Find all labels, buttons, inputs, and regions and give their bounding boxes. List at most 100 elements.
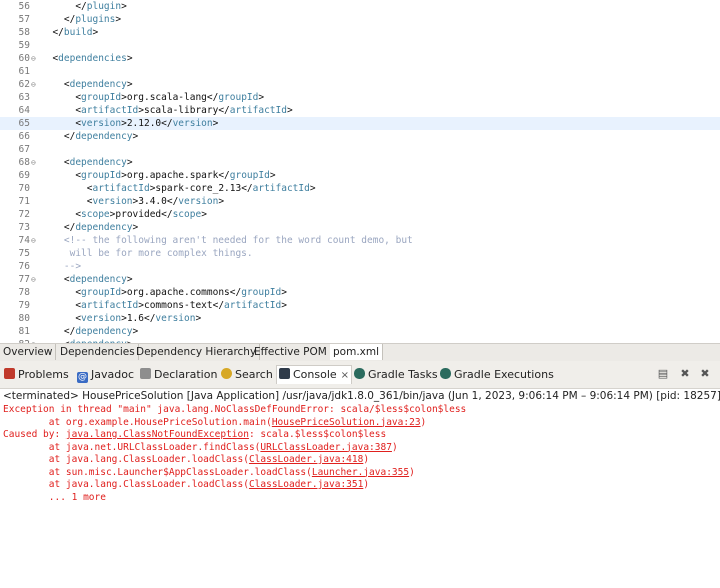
xml-tag-name: build — [63, 27, 93, 38]
code-token: < — [41, 209, 82, 220]
fold-toggle-icon[interactable]: ⊖ — [31, 156, 39, 169]
fold-toggle-icon[interactable]: ⊖ — [31, 78, 39, 91]
tab-console[interactable]: Console × — [276, 365, 353, 384]
stack-trace-link[interactable]: ClassLoader.java:418 — [249, 454, 363, 465]
code-token: > — [126, 79, 133, 90]
code-line[interactable]: 70 <artifactId>spark-core_2.13</artifact… — [0, 182, 720, 195]
xml-tag-name: version — [172, 118, 213, 129]
code-line[interactable]: 77 ⊖ <dependency> — [0, 273, 720, 286]
code-text: </dependency> — [41, 130, 138, 143]
console-error-line: at java.lang.ClassLoader.loadClass(Class… — [3, 479, 369, 491]
xml-tag-name: artifactId — [81, 105, 139, 116]
code-line[interactable]: 66 </dependency> — [0, 130, 720, 143]
code-line[interactable]: 61 — [0, 65, 720, 78]
xml-tag-name: version — [81, 118, 122, 129]
console-text: Exception in thread "main" java.lang.NoC… — [3, 404, 467, 415]
code-token: >spark-core_2.13</ — [149, 183, 253, 194]
code-token: >scala-library</ — [138, 105, 230, 116]
code-line[interactable]: 68 ⊖ <dependency> — [0, 156, 720, 169]
fold-toggle-icon[interactable]: ⊖ — [31, 234, 39, 247]
remove-all-terminated-icon[interactable]: ✖ — [698, 367, 712, 381]
code-token: < — [41, 287, 82, 298]
line-number: 62 — [18, 79, 30, 90]
code-line[interactable]: 80 <version>1.6</version> — [0, 312, 720, 325]
line-number: 74 — [18, 235, 30, 246]
xml-tag-name: artifactId — [81, 300, 139, 311]
code-token: < — [41, 53, 59, 64]
problems-icon — [4, 368, 15, 379]
clear-console-icon[interactable]: ▤ — [656, 367, 670, 381]
fold-toggle-icon[interactable]: ⊖ — [31, 273, 39, 286]
code-line[interactable]: 71 <version>3.4.0</version> — [0, 195, 720, 208]
tab-problems[interactable]: Problems — [4, 366, 69, 384]
remove-launch-icon[interactable]: ✖ — [678, 367, 692, 381]
code-line[interactable]: 75 will be for more complex things. — [0, 247, 720, 260]
console-output[interactable]: <terminated> HousePriceSolution [Java Ap… — [0, 389, 720, 588]
xml-comment: will be for more complex things. — [41, 248, 253, 259]
code-line[interactable]: 72 <scope>provided</scope> — [0, 208, 720, 221]
tab-dependencies[interactable]: Dependencies — [57, 344, 139, 360]
code-line[interactable]: 76 --> — [0, 260, 720, 273]
xml-tag-name: dependency — [69, 79, 127, 90]
code-line[interactable]: 64 <artifactId>scala-library</artifactId… — [0, 104, 720, 117]
stack-trace-link[interactable]: URLClassLoader.java:387 — [260, 442, 392, 453]
console-text: ) — [363, 454, 370, 465]
code-line[interactable]: 69 <groupId>org.apache.spark</groupId> — [0, 169, 720, 182]
tab-gradle-tasks[interactable]: Gradle Tasks — [354, 366, 438, 384]
code-line[interactable]: 62 ⊖ <dependency> — [0, 78, 720, 91]
code-line[interactable]: 56 </plugin> — [0, 0, 720, 13]
stack-trace-link[interactable]: ClassLoader.java:351 — [249, 479, 363, 490]
xml-tag-name: artifactId — [92, 183, 150, 194]
code-line[interactable]: 63 <groupId>org.scala-lang</groupId> — [0, 91, 720, 104]
code-line[interactable]: 57 </plugins> — [0, 13, 720, 26]
code-token: > — [132, 131, 139, 142]
tab-dependency-hierarchy[interactable]: Dependency Hierarchy — [133, 344, 261, 360]
tab-problems-label: Problems — [18, 368, 69, 381]
tab-effective-pom[interactable]: Effective POM — [251, 344, 331, 360]
code-line[interactable]: 67 — [0, 143, 720, 156]
close-icon[interactable]: × — [341, 370, 349, 381]
code-token: < — [41, 157, 70, 168]
code-line[interactable]: 65 <version>2.12.0</version> — [0, 117, 720, 130]
console-error-line: at java.lang.ClassLoader.loadClass(Class… — [3, 454, 369, 466]
code-line[interactable]: 73 </dependency> — [0, 221, 720, 234]
code-text: <groupId>org.apache.spark</groupId> — [41, 169, 275, 182]
code-line[interactable]: 78 <groupId>org.apache.commons</groupId> — [0, 286, 720, 299]
console-error-line: at org.example.HousePriceSolution.main(H… — [3, 417, 427, 429]
tab-search[interactable]: Search — [221, 366, 273, 384]
code-line[interactable]: 74 ⊖ <!-- the following aren't needed for… — [0, 234, 720, 247]
code-line[interactable]: 59 — [0, 39, 720, 52]
xml-tag-name: dependency — [69, 274, 127, 285]
console-text: ... 1 more — [3, 491, 106, 503]
code-line[interactable]: 81 </dependency> — [0, 325, 720, 338]
code-text: </plugin> — [41, 0, 127, 13]
tab-pom-xml[interactable]: pom.xml — [330, 344, 384, 360]
tab-gradle-executions[interactable]: Gradle Executions — [440, 366, 554, 384]
code-token: > — [218, 196, 225, 207]
stack-trace-link[interactable]: HousePriceSolution.java:23 — [272, 417, 421, 428]
xml-tag-name: dependency — [69, 157, 127, 168]
xml-tag-name: version — [178, 196, 219, 207]
line-number: 60 — [18, 53, 30, 64]
line-number: 75 — [18, 248, 30, 259]
code-token: > — [126, 157, 133, 168]
tab-declaration[interactable]: Declaration — [140, 366, 217, 384]
tab-javadoc[interactable]: @ Javadoc — [77, 366, 134, 384]
code-line[interactable]: 79 <artifactId>commons-text</artifactId> — [0, 299, 720, 312]
code-line[interactable]: 60 ⊖ <dependencies> — [0, 52, 720, 65]
code-token: > — [132, 326, 139, 337]
tab-gradle-tasks-label: Gradle Tasks — [368, 368, 438, 381]
console-text: at java.net.URLClassLoader.findClass( — [3, 441, 261, 453]
xml-tag-name: plugins — [75, 14, 116, 25]
code-text: </build> — [41, 26, 98, 39]
tab-overview[interactable]: Overview — [0, 344, 57, 360]
xml-tag-name: scope — [81, 209, 110, 220]
fold-toggle-icon[interactable]: ⊖ — [31, 52, 39, 65]
xml-editor[interactable]: 56 </plugin> 57 </plugins> 58 </build> 59 60… — [0, 0, 720, 343]
code-line[interactable]: 58 </build> — [0, 26, 720, 39]
stack-trace-link[interactable]: java.lang.ClassNotFoundException — [66, 429, 249, 440]
xml-tag-name: version — [155, 313, 196, 324]
code-text: </plugins> — [41, 13, 121, 26]
stack-trace-link[interactable]: Launcher.java:355 — [312, 467, 409, 478]
line-number: 79 — [18, 300, 30, 311]
